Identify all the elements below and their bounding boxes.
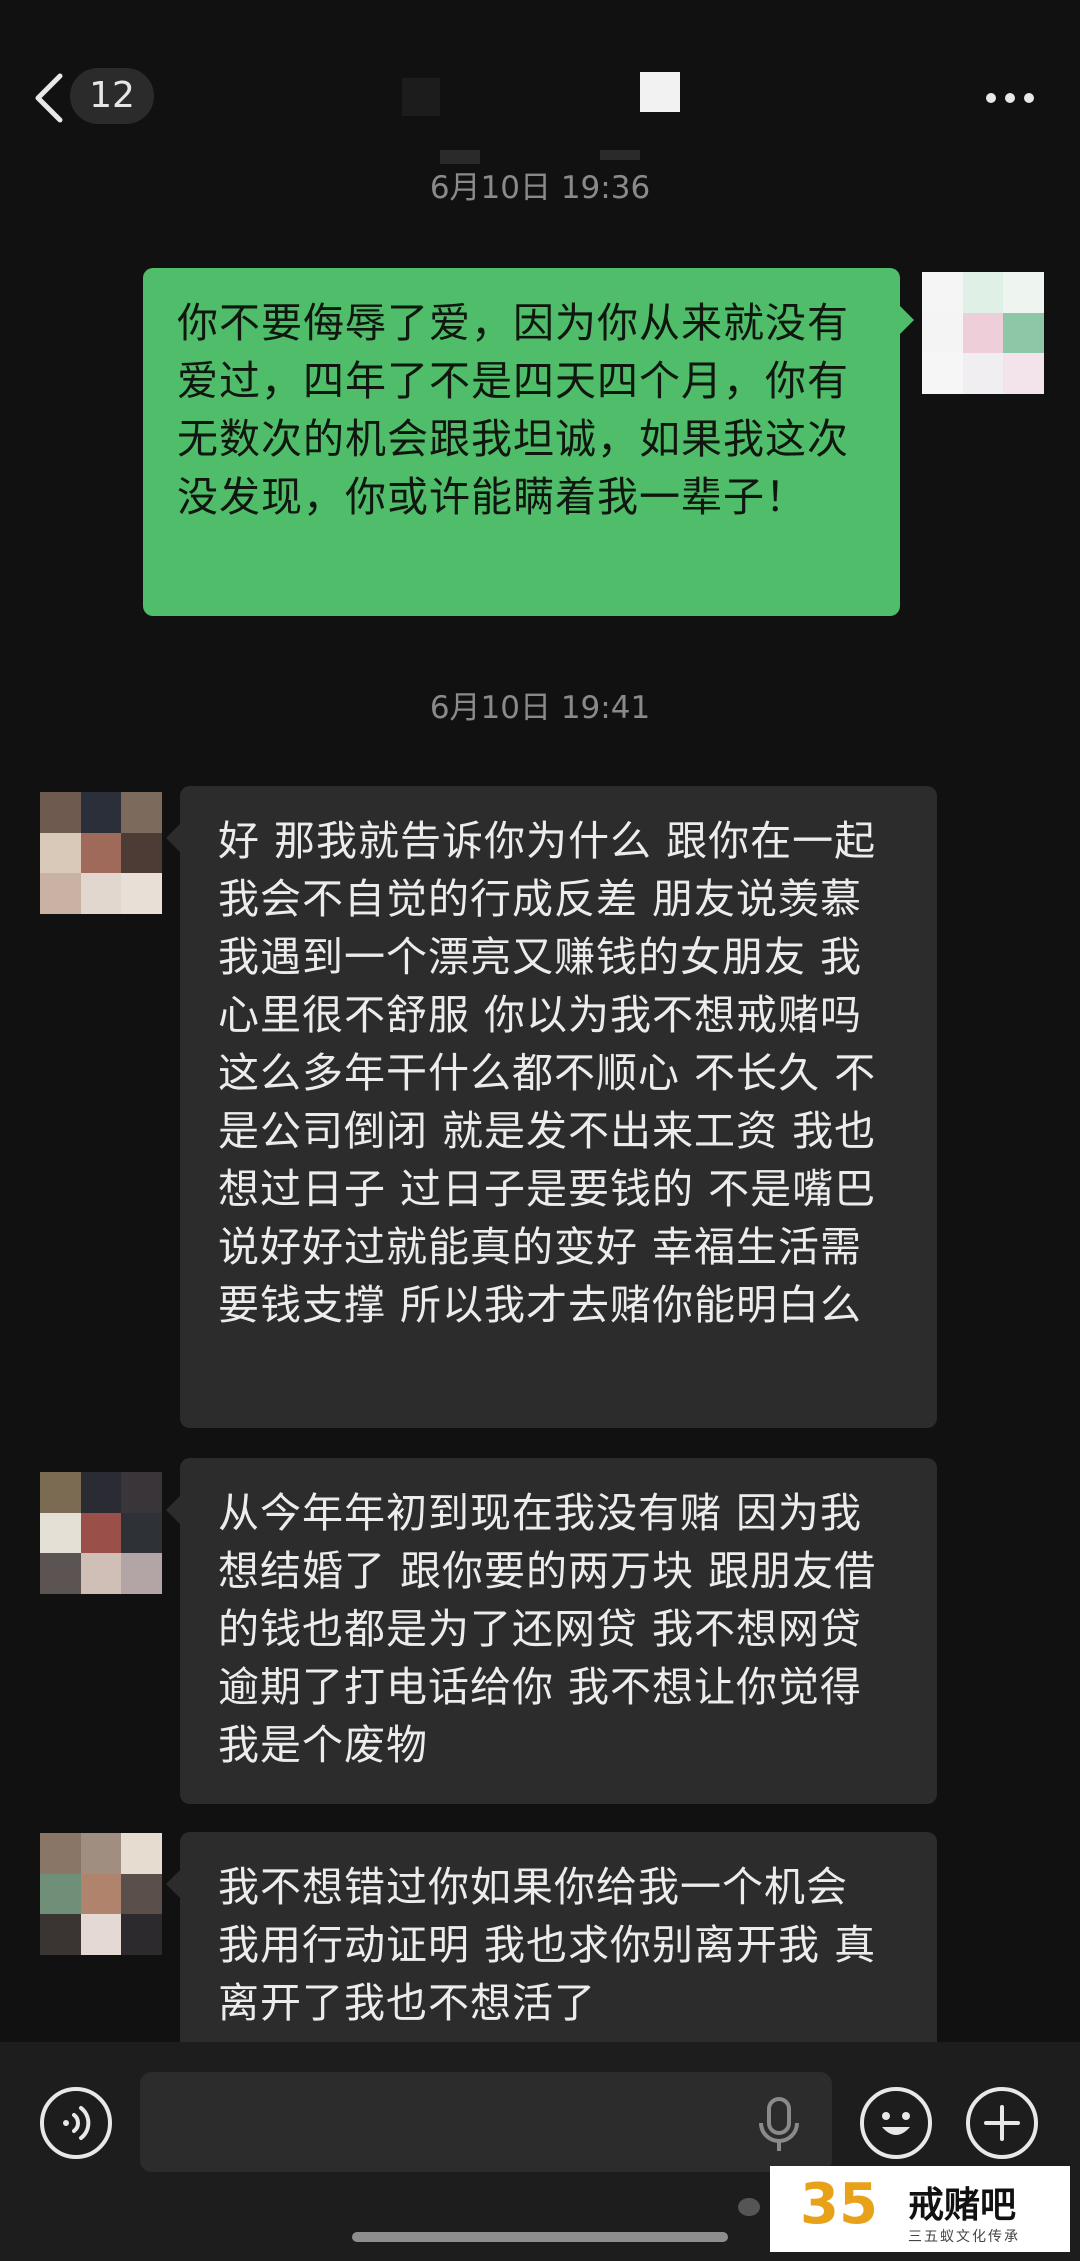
watermark-subtitle: 三五蚁文化传承 [908, 2229, 1020, 2245]
received-message-bubble[interactable]: 从今年年初到现在我没有赌 因为我想结婚了 跟你要的两万块 跟朋友借的钱也都是为了… [166, 1458, 937, 1804]
emoji-icon[interactable] [860, 2087, 932, 2159]
received-message-bubble[interactable]: 我不想错过你如果你给我一个机会 我用行动证明 我也求你别离开我 真离开了我也不想… [166, 1832, 937, 2072]
contact-name-redacted [402, 78, 440, 116]
voice-mode-icon[interactable] [40, 2087, 112, 2159]
redaction-mark [600, 150, 640, 160]
wechat-logo-icon [738, 2198, 760, 2216]
watermark-number: 35 [800, 2172, 878, 2237]
unread-count-badge[interactable]: 12 [70, 68, 154, 124]
message-input[interactable] [140, 2072, 832, 2172]
contact-avatar[interactable] [40, 792, 162, 914]
watermark-name: 戒赌吧 [908, 2185, 1017, 2226]
contact-avatar[interactable] [40, 1472, 162, 1594]
timestamp: 6月10日 19:41 [429, 690, 651, 726]
my-avatar[interactable] [922, 272, 1044, 394]
more-dots-icon[interactable] [980, 82, 1040, 112]
plus-icon[interactable] [966, 2087, 1038, 2159]
microphone-icon[interactable] [755, 2095, 803, 2155]
timestamp: 6月10日 19:36 [429, 170, 651, 206]
contact-name-redacted-block [640, 72, 680, 112]
redaction-mark [440, 150, 480, 164]
home-indicator[interactable] [352, 2232, 728, 2242]
received-message-bubble[interactable]: 好 那我就告诉你为什么 跟你在一起我会不自觉的行成反差 朋友说羡慕我遇到一个漂亮… [166, 786, 937, 1428]
contact-avatar[interactable] [40, 1833, 162, 1955]
sent-message-bubble[interactable]: 你不要侮辱了爱，因为你从来就没有爱过，四年了不是四天四个月，你有无数次的机会跟我… [143, 268, 914, 616]
